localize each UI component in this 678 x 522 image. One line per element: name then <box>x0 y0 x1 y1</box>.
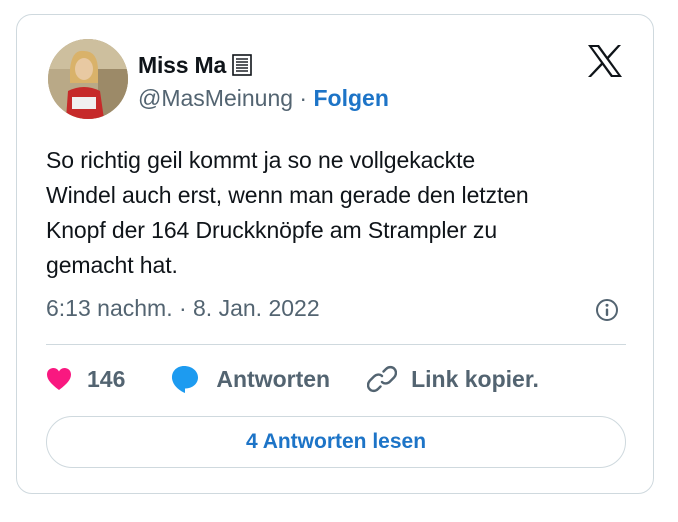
tweet-timestamp[interactable]: 6:13 nachm. · 8. Jan. 2022 <box>46 295 320 322</box>
author-handle[interactable]: @MasMeinung <box>138 85 293 111</box>
author-avatar[interactable] <box>48 39 128 119</box>
x-logo-icon[interactable] <box>587 44 623 78</box>
copy-link-button[interactable]: Link kopier. <box>367 364 539 394</box>
reply-button[interactable]: Antworten <box>170 364 330 394</box>
speech-bubble-icon <box>172 366 199 393</box>
author-name-row[interactable]: Miss Ma <box>138 51 252 79</box>
book-icon <box>232 54 252 76</box>
handle-separator: · <box>293 85 314 111</box>
action-bar: 146 Antworten Link kopier. <box>46 361 539 397</box>
author-display-name[interactable]: Miss Ma <box>138 52 226 79</box>
read-replies-button[interactable]: 4 Antworten lesen <box>46 416 626 468</box>
tweet-text: So richtig geil kommt ja so ne vollgekac… <box>46 147 529 278</box>
heart-icon <box>47 368 71 390</box>
avatar-photo <box>48 39 128 119</box>
like-button[interactable]: 146 <box>46 366 125 393</box>
follow-button[interactable]: Folgen <box>313 85 388 111</box>
divider <box>46 344 626 345</box>
tweet-embed-card: Miss Ma @MasMeinung · Folgen So richtig … <box>16 14 654 494</box>
copy-link-label: Link kopier. <box>411 365 539 392</box>
info-icon[interactable] <box>595 298 619 322</box>
author-handle-row: @MasMeinung · Folgen <box>138 85 389 112</box>
reply-label: Antworten <box>216 365 331 392</box>
link-icon <box>367 365 398 393</box>
like-count: 146 <box>87 365 126 392</box>
